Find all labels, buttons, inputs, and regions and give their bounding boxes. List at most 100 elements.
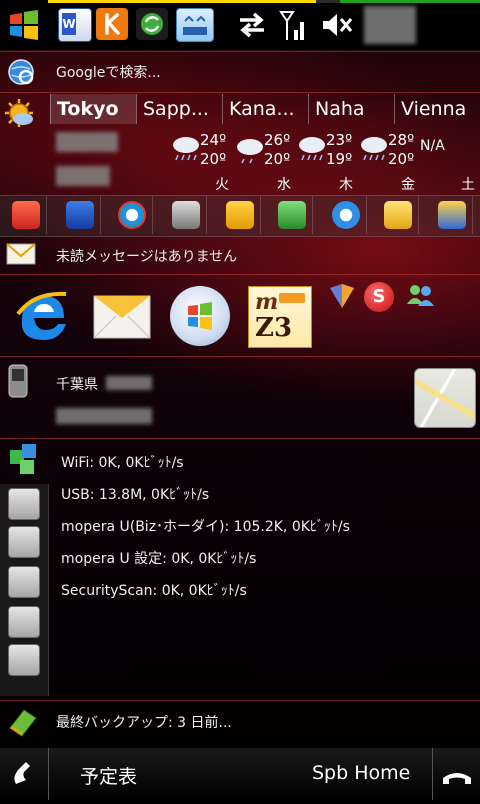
envelope-icon (6, 243, 36, 265)
clock-display[interactable] (364, 6, 416, 44)
contacts-card-icon[interactable] (8, 644, 40, 676)
book-shortcut[interactable] (60, 196, 101, 234)
progress-green-segment (340, 0, 480, 3)
contacts-app-icon[interactable] (404, 282, 438, 310)
divider (0, 274, 480, 275)
ie-app-icon[interactable] (14, 286, 72, 344)
day-label: 金 (401, 177, 415, 193)
progress-fill (48, 0, 316, 3)
day-label: 水 (277, 177, 291, 193)
news-app-icon[interactable] (176, 8, 214, 42)
mail-side-icon[interactable] (8, 526, 40, 558)
camera-icon (172, 201, 200, 229)
messages-row[interactable]: 未読メッセージはありません (0, 236, 480, 274)
tab-city-3[interactable]: Kana... (222, 94, 308, 124)
signal-strength-icon[interactable] (278, 8, 310, 42)
media-shortcut[interactable] (112, 196, 153, 234)
tasks-icon[interactable] (8, 566, 40, 598)
folder-icon (384, 201, 412, 229)
settings-shortcut[interactable] (432, 196, 473, 234)
network-cubes-icon[interactable] (8, 442, 42, 478)
windows-update-icon[interactable] (170, 286, 230, 346)
backup-status: 最終バックアップ: 3 日前... (56, 715, 232, 731)
house-icon (12, 201, 40, 229)
current-time-display (56, 132, 118, 152)
mz3-logo-icon: m (255, 289, 279, 315)
forecast-day-5-na: N/A (420, 138, 445, 154)
forecast-high: 26º (264, 131, 291, 149)
google-search-bar[interactable]: Googleで検索... (0, 52, 480, 92)
forecast-day-4[interactable]: 28º 20º (358, 131, 420, 171)
network-item-usb: USB: 13.8M, 0Kﾋﾞｯﾄ/s (61, 487, 210, 503)
volume-muted-icon[interactable] (320, 10, 354, 40)
tab-city-tokyo[interactable]: Tokyo (50, 94, 136, 124)
current-date-display (56, 166, 110, 186)
internet-explorer-icon (332, 201, 360, 229)
play-icon (118, 201, 146, 229)
phone-contact-row[interactable]: 千葉県 (0, 358, 480, 438)
ie-shortcut[interactable] (326, 196, 367, 234)
smiley-face-icon (183, 15, 207, 35)
forecast-day-1[interactable]: 24º 20º (170, 131, 232, 171)
battery-progress-bar (48, 0, 480, 3)
home-shortcut[interactable] (6, 196, 47, 234)
forecast-high: 24º (200, 131, 227, 149)
network-item-mopera-settings: mopera U 設定: 0K, 0Kﾋﾞｯﾄ/s (61, 551, 257, 567)
tab-city-4[interactable]: Naha (308, 94, 394, 124)
data-transfer-icon[interactable] (236, 10, 268, 40)
gift-icon (278, 201, 306, 229)
forecast-high: 23º (326, 131, 353, 149)
contact-name-redacted (106, 376, 152, 390)
end-call-button[interactable] (432, 748, 480, 800)
divider (0, 356, 480, 357)
weather-sun-icon[interactable] (2, 96, 36, 130)
cloud-sun-icon (237, 139, 263, 164)
hang-up-icon (443, 773, 471, 784)
s-app-icon[interactable]: S (364, 282, 394, 312)
start-button[interactable] (4, 5, 44, 45)
network-item-securityscan: SecurityScan: 0K, 0Kﾋﾞｯﾄ/s (61, 583, 247, 599)
messages-status: 未読メッセージはありません (56, 249, 238, 265)
mail-app-icon[interactable] (92, 290, 152, 344)
network-item-mopera-biz: mopera U(Biz･ホーダイ): 105.2K, 0Kﾋﾞｯﾄ/s (61, 519, 350, 535)
day-label: 木 (339, 177, 353, 193)
search-globe-icon (8, 59, 34, 85)
call-button[interactable] (0, 748, 49, 800)
divider (0, 92, 480, 93)
day-label: 土 (461, 177, 475, 193)
kanji-app-icon[interactable] (96, 8, 128, 40)
vs-app-icon[interactable] (328, 282, 356, 310)
sync-app-icon[interactable] (136, 8, 168, 40)
tab-city-5[interactable]: Vienna (394, 94, 480, 124)
tab-city-2[interactable]: Sapp... (136, 94, 222, 124)
divider (0, 438, 480, 439)
package-shortcut[interactable] (220, 196, 261, 234)
rain-cloud-icon (173, 137, 199, 161)
contact-location: 千葉県 (56, 377, 98, 393)
search-placeholder: Googleで検索... (56, 65, 161, 81)
forecast-day-3[interactable]: 23º 19º (296, 131, 358, 171)
right-soft-key[interactable]: Spb Home (312, 762, 410, 784)
gift-shortcut[interactable] (272, 196, 313, 234)
phone-call-icon (14, 762, 30, 784)
left-soft-key[interactable]: 予定表 (80, 762, 137, 789)
city-tabs: Tokyo Sapp... Kana... Naha Vienna (50, 94, 480, 124)
mz3-app-icon[interactable]: m Z3 (248, 286, 312, 348)
phone-icon (8, 364, 28, 398)
contact-detail-redacted (56, 408, 152, 424)
map-thumbnail-icon[interactable] (414, 368, 476, 428)
sync-icon (141, 13, 163, 35)
forecast-high: 28º (388, 131, 415, 149)
camera-shortcut[interactable] (166, 196, 207, 234)
forecast-day-2[interactable]: 26º 20º (234, 131, 296, 171)
calendar-icon[interactable] (8, 488, 40, 520)
backup-book-icon (9, 709, 37, 737)
rain-cloud-icon (361, 137, 387, 161)
forecast-low: 20º (264, 150, 291, 168)
notes-icon[interactable] (8, 606, 40, 638)
backup-row[interactable]: 最終バックアップ: 3 日前... (0, 702, 480, 742)
documents-shortcut[interactable] (378, 196, 419, 234)
book-icon (66, 201, 94, 229)
word-app-icon[interactable]: W (58, 8, 92, 42)
divider (0, 700, 480, 701)
